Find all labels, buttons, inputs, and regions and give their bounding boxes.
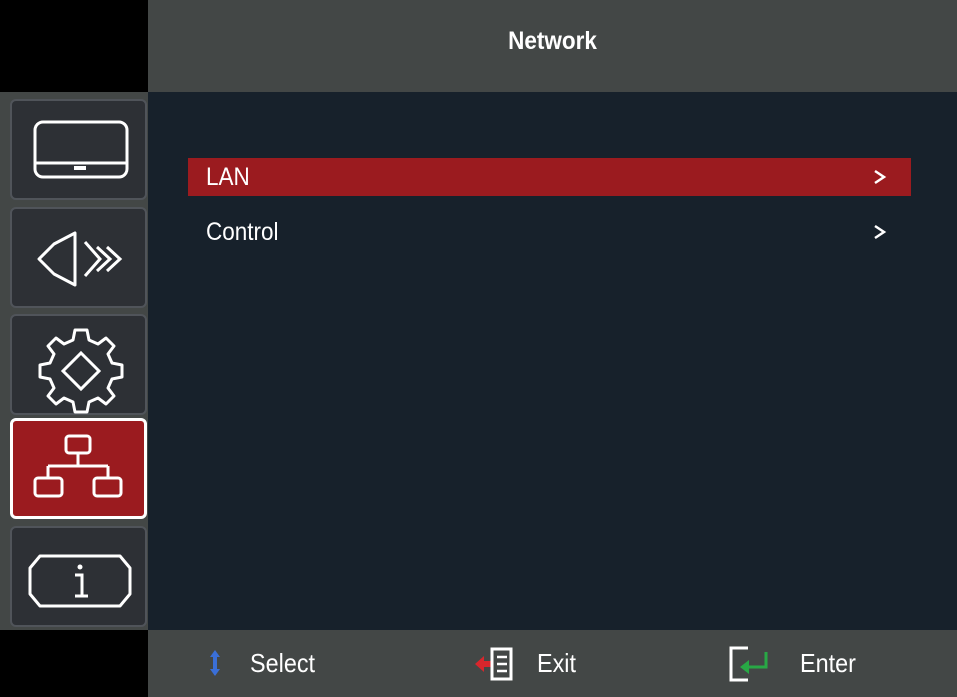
tab-setup[interactable] <box>10 314 147 415</box>
updown-arrow-icon <box>210 650 220 676</box>
tab-network[interactable] <box>10 418 147 519</box>
hint-exit-label: Exit <box>537 648 577 678</box>
tab-audio[interactable] <box>10 207 147 308</box>
tab-display[interactable] <box>10 99 147 200</box>
exit-icon <box>475 647 513 681</box>
hint-enter-label: Enter <box>800 648 856 678</box>
gear-icon <box>38 328 124 414</box>
network-icon <box>33 434 123 498</box>
menu-item-lan[interactable]: LAN <box>188 158 911 196</box>
hint-select-label: Select <box>250 648 316 678</box>
tab-info[interactable] <box>10 526 147 627</box>
chevron-right-icon <box>874 169 887 185</box>
info-icon <box>28 554 132 608</box>
menu-item-label: Control <box>206 218 279 246</box>
menu-item-label: LAN <box>206 163 250 191</box>
chevron-right-icon <box>874 224 887 240</box>
enter-icon <box>729 646 768 682</box>
menu-item-control[interactable]: Control <box>188 213 911 251</box>
title-bar: Network <box>148 0 957 92</box>
page-title: Network <box>508 27 597 55</box>
speaker-icon <box>37 231 123 287</box>
display-icon <box>33 120 129 179</box>
footer-hints: Select Exit Enter <box>148 630 957 697</box>
